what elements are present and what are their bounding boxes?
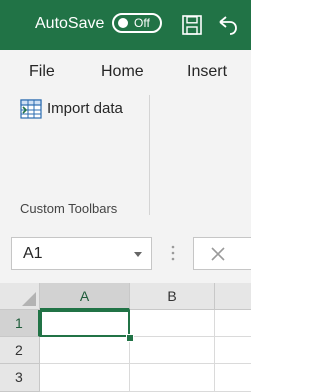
import-data-button[interactable]: Import data (20, 98, 134, 122)
cancel-button[interactable] (193, 237, 251, 270)
fill-handle[interactable] (126, 334, 134, 342)
active-cell-a1[interactable] (40, 310, 130, 337)
chevron-down-icon[interactable] (133, 249, 143, 259)
autosave-toggle[interactable]: Off (112, 13, 162, 33)
table-import-icon (20, 99, 42, 119)
cell-b1[interactable] (130, 310, 215, 337)
save-icon[interactable] (181, 14, 203, 36)
more-dots-icon[interactable] (171, 245, 175, 261)
cell-c2[interactable] (215, 337, 251, 364)
column-header-b[interactable]: B (130, 283, 215, 310)
row-header-3[interactable]: 3 (0, 364, 40, 392)
cell-c1[interactable] (215, 310, 251, 337)
cell-a2[interactable] (40, 337, 130, 364)
title-bar: AutoSave Off (0, 0, 251, 50)
row-header-1[interactable]: 1 (0, 310, 40, 337)
cell-a3[interactable] (40, 364, 130, 392)
cell-c3[interactable] (215, 364, 251, 392)
ribbon: File Home Insert Import data Custom Tool… (0, 50, 251, 273)
name-box-value: A1 (23, 245, 43, 262)
cell-b3[interactable] (130, 364, 215, 392)
import-data-label: Import data (47, 100, 123, 117)
column-header-c[interactable] (215, 283, 251, 310)
autosave-label: AutoSave (35, 15, 105, 32)
row-header-2[interactable]: 2 (0, 337, 40, 364)
ribbon-group-separator (149, 95, 150, 215)
tab-home[interactable]: Home (101, 62, 144, 82)
tab-file[interactable]: File (29, 62, 55, 82)
name-box[interactable]: A1 (11, 237, 152, 270)
select-all-corner[interactable] (0, 283, 40, 310)
cell-b2[interactable] (130, 337, 215, 364)
spreadsheet-grid: A B 1 2 3 (0, 283, 251, 392)
tab-insert[interactable]: Insert (187, 62, 227, 82)
undo-icon[interactable] (216, 14, 238, 36)
toggle-knob (118, 18, 128, 28)
cancel-icon (211, 247, 225, 261)
autosave-state: Off (134, 16, 150, 30)
formula-bar: A1 (0, 223, 251, 283)
ribbon-group-label: Custom Toolbars (20, 201, 118, 216)
column-header-a[interactable]: A (40, 283, 130, 310)
select-all-icon (22, 292, 36, 306)
